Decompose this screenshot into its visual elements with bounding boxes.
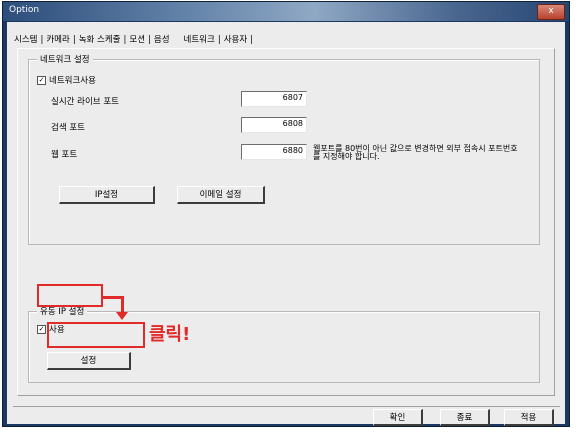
network-settings-legend: 네트워크 설정 xyxy=(37,53,93,65)
apply-button[interactable]: 적용 xyxy=(504,409,554,426)
ip-settings-label: IP설정 xyxy=(94,190,119,200)
tab-user[interactable]: 사용자 xyxy=(223,35,248,45)
web-port-note-line2: 를 지정해야 합니다. xyxy=(313,152,380,161)
close-button[interactable]: x xyxy=(537,4,565,20)
checkbox-box: ✓ xyxy=(37,325,46,334)
email-settings-button[interactable]: 이메일 설정 xyxy=(177,186,265,204)
tab-audio[interactable]: 음성 xyxy=(153,35,171,45)
tab-separator: | xyxy=(72,35,76,45)
web-port-input[interactable]: 6880 xyxy=(241,144,307,160)
apply-label: 적용 xyxy=(520,413,537,423)
tab-separator: | xyxy=(148,35,151,45)
use-network-checkbox[interactable]: ✓ 네트워크사용 xyxy=(37,74,96,86)
dynamic-ip-settings-button[interactable]: 설정 xyxy=(47,352,131,370)
tab-separator: | xyxy=(217,35,221,45)
tab-camera[interactable]: 카메라 xyxy=(45,35,70,45)
tab-strip: 시스템 | 카메라 | 녹화 스케줄 | 모션 | 음성 네트워크 | 사용자 | xyxy=(13,33,255,47)
dialog-body: 시스템 | 카메라 | 녹화 스케줄 | 모션 | 음성 네트워크 | 사용자 | 네트워크 설정 ✓ 네… xyxy=(7,22,565,426)
tab-motion[interactable]: 모션 xyxy=(128,35,146,45)
checkbox-box: ✓ xyxy=(37,76,46,85)
search-port-input[interactable]: 6808 xyxy=(241,117,307,133)
ip-settings-button[interactable]: IP설정 xyxy=(59,186,155,204)
live-port-label: 실시간 라이브 포트 xyxy=(51,97,119,107)
tab-separator: | xyxy=(123,35,127,45)
dynamic-ip-settings-label: 설정 xyxy=(80,356,97,366)
tab-network[interactable]: 네트워크 xyxy=(183,35,216,45)
live-port-input[interactable]: 6807 xyxy=(241,91,307,107)
use-network-label: 네트워크사용 xyxy=(49,76,96,86)
tab-system[interactable]: 시스템 xyxy=(13,35,38,45)
option-window: Option x 시스템 | 카메라 | 녹화 스케줄 | 모션 | 음성 네트워크 | 사용자 | 네… xyxy=(2,1,570,427)
click-annotation: 클릭! xyxy=(149,324,191,345)
settings-button-highlight-box xyxy=(47,322,145,348)
tab-separator: | xyxy=(40,35,44,45)
exit-label: 종료 xyxy=(456,413,473,423)
window-title: Option xyxy=(9,5,40,15)
annotation-arrow-horizontal xyxy=(103,296,123,299)
ok-button[interactable]: 확인 xyxy=(373,409,423,426)
web-port-label: 웹 포트 xyxy=(51,150,78,160)
title-bar[interactable]: Option x xyxy=(3,2,569,21)
web-port-note: 웹포트를 80번이 아닌 값으로 변경하면 외부 접속시 포트번호 를 지정해야… xyxy=(313,145,518,161)
email-settings-label: 이메일 설정 xyxy=(199,190,242,200)
ok-label: 확인 xyxy=(389,413,406,423)
checkbox-highlight-box xyxy=(37,284,103,307)
tab-record-schedule[interactable]: 녹화 스케줄 xyxy=(78,35,122,45)
search-port-label: 검색 포트 xyxy=(51,123,85,133)
footer-divider xyxy=(13,406,560,407)
annotation-arrowhead xyxy=(116,312,128,320)
tab-separator: | xyxy=(250,35,254,45)
exit-button[interactable]: 종료 xyxy=(440,409,490,426)
annotation-arrow-vertical xyxy=(121,296,124,313)
network-settings-group: 네트워크 설정 ✓ 네트워크사용 실시간 라이브 포트 6807 검색 포트 68… xyxy=(28,53,540,245)
